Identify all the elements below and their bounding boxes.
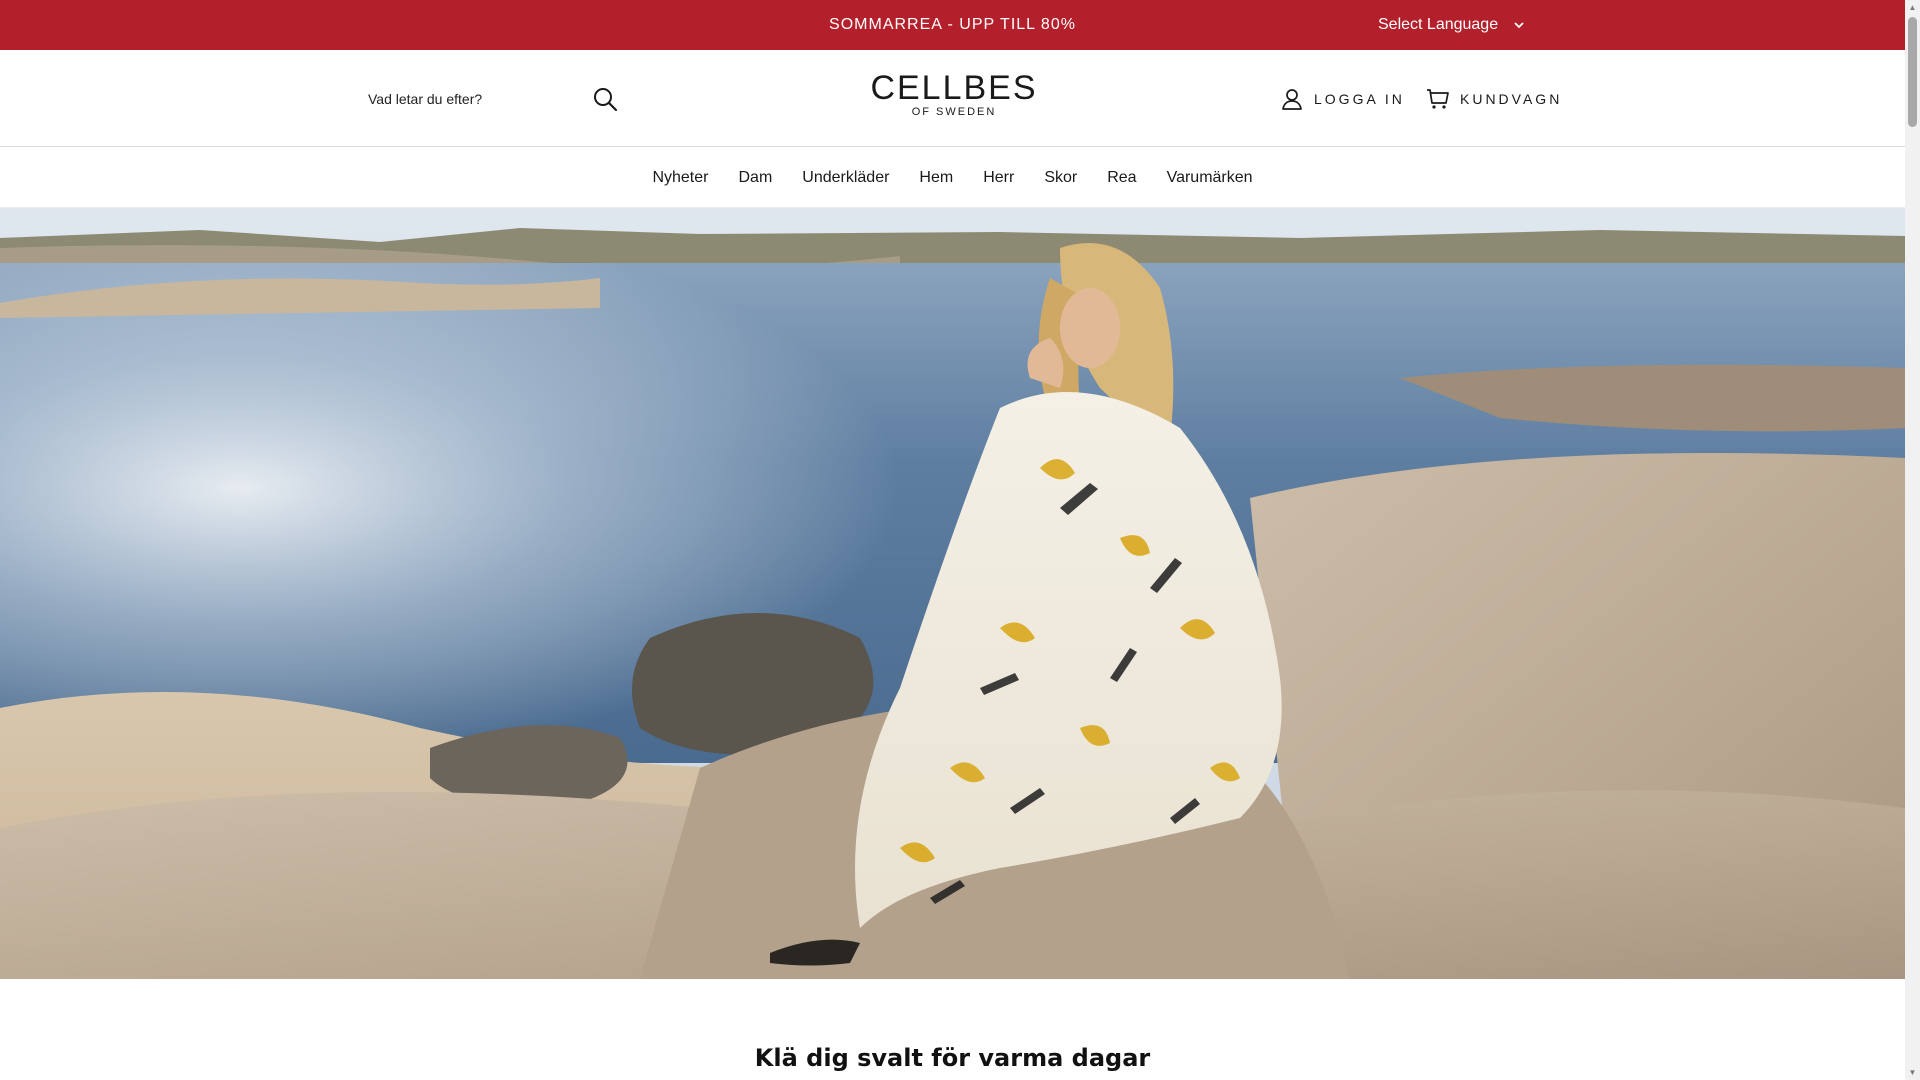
hero-image (0, 208, 1905, 979)
search-input[interactable] (368, 91, 568, 107)
nav-item-hem[interactable]: Hem (904, 169, 968, 187)
user-icon (1280, 87, 1304, 111)
section-heading: Klä dig svalt för varma dagar (754, 1044, 1151, 1072)
search-box (368, 84, 618, 114)
language-select-value: Select Language (1378, 16, 1499, 33)
cart-label: KUNDVAGN (1460, 91, 1563, 107)
nav-item-herr[interactable]: Herr (968, 169, 1029, 187)
scroll-up-arrow-icon[interactable]: ▲ (1905, 0, 1920, 15)
scroll-down-arrow-icon[interactable]: ▼ (1905, 1065, 1920, 1080)
nav-item-dam[interactable]: Dam (723, 169, 787, 187)
logo-tagline: OF SWEDEN (911, 106, 997, 118)
promo-bar: SOMMARREA - UPP TILL 80% Select Language (0, 0, 1905, 50)
login-label: LOGGA IN (1314, 91, 1405, 107)
scroll-thumb[interactable] (1908, 17, 1917, 127)
nav-item-skor[interactable]: Skor (1029, 169, 1092, 187)
promo-text[interactable]: SOMMARREA - UPP TILL 80% (0, 0, 1905, 50)
site-header: CELLBES OF SWEDEN LOGGA IN KUNDVAGN (0, 50, 1905, 147)
nav-item-rea[interactable]: Rea (1092, 169, 1151, 187)
hero-banner[interactable] (0, 208, 1905, 979)
nav-item-nyheter[interactable]: Nyheter (637, 169, 723, 187)
search-icon[interactable] (592, 86, 618, 112)
cart-link[interactable]: KUNDVAGN (1426, 86, 1562, 112)
nav-item-varumarken[interactable]: Varumärken (1152, 169, 1268, 187)
main-nav: Nyheter Dam Underkläder Hem Herr Skor Re… (0, 148, 1905, 208)
language-select[interactable]: Select Language (1366, 11, 1536, 39)
scrollbar[interactable]: ▲ ▼ (1905, 0, 1920, 1080)
nav-item-underklader[interactable]: Underkläder (787, 169, 904, 187)
chevron-down-icon (1514, 18, 1524, 32)
login-link[interactable]: LOGGA IN (1280, 86, 1405, 112)
site-logo[interactable]: CELLBES OF SWEDEN (868, 70, 1040, 120)
logo-wordmark: CELLBES (870, 69, 1038, 107)
cart-icon (1426, 87, 1450, 111)
